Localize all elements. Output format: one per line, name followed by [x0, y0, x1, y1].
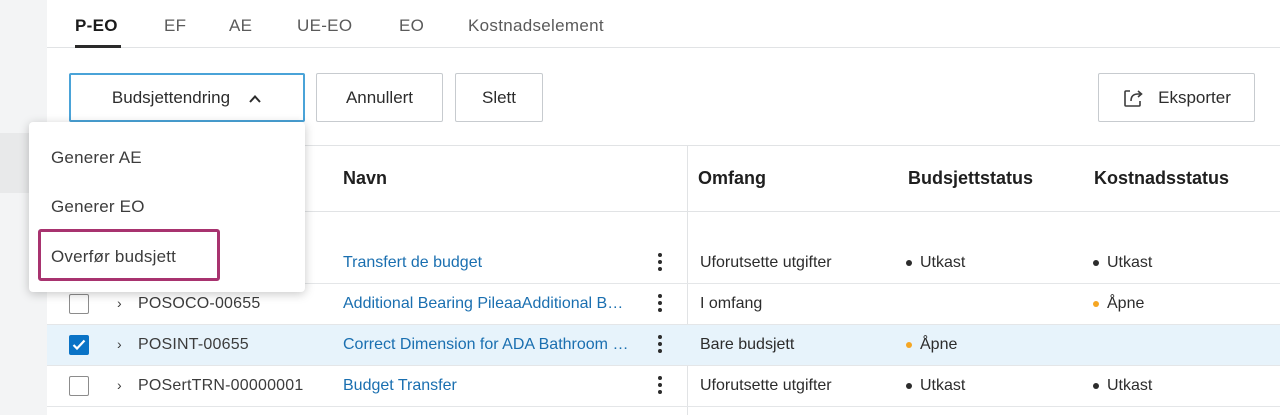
export-button[interactable]: Eksporter [1098, 73, 1255, 122]
highlight-annotation [38, 229, 220, 281]
delete-button[interactable]: Slett [455, 73, 543, 122]
row-scope: Uforutsette utgifter [700, 377, 832, 394]
menu-item-generate-eo[interactable]: Generer EO [51, 197, 145, 217]
row-menu-icon[interactable] [652, 374, 668, 398]
column-header-scope[interactable]: Omfang [698, 168, 766, 189]
row-checkbox[interactable] [69, 376, 89, 396]
row-name-link[interactable]: Transfert de budget [343, 254, 631, 272]
tab-ae[interactable]: AE [229, 16, 252, 36]
budget-change-dropdown: Generer AE Generer EO Overfør budsjett [29, 122, 305, 292]
tab-eo[interactable]: EO [399, 16, 424, 36]
row-menu-icon[interactable] [652, 251, 668, 275]
status-dot-icon [1093, 383, 1099, 389]
row-checkbox[interactable] [69, 335, 89, 355]
table-row[interactable]: › POSINT-00655 Correct Dimension for ADA… [47, 325, 1280, 366]
budget-change-button[interactable]: Budsjettendring [69, 73, 305, 122]
row-checkbox[interactable] [69, 294, 89, 314]
row-menu-icon[interactable] [652, 292, 668, 316]
column-header-budget-status[interactable]: Budsjettstatus [908, 168, 1033, 189]
row-scope: I omfang [700, 295, 763, 312]
row-id: POSertTRN-00000001 [138, 377, 304, 394]
cost-status-label: Utkast [1107, 377, 1153, 394]
status-dot-icon [1093, 260, 1099, 266]
row-name-link[interactable]: Correct Dimension for ADA Bathroom Clear… [343, 336, 631, 354]
cancelled-button[interactable]: Annullert [316, 73, 443, 122]
column-header-name[interactable]: Navn [343, 168, 387, 189]
export-label: Eksporter [1158, 87, 1231, 107]
table-row[interactable]: › POSertTRN-00000001 Budget Transfer Ufo… [47, 366, 1280, 407]
menu-item-generate-ae[interactable]: Generer AE [51, 148, 142, 168]
cost-status: Utkast [1093, 377, 1152, 395]
row-id: POSINT-00655 [138, 336, 249, 353]
expand-chevron-icon[interactable]: › [117, 377, 122, 393]
chevron-up-icon [248, 91, 262, 105]
row-menu-icon[interactable] [652, 333, 668, 357]
budget-change-label: Budsjettendring [111, 87, 231, 107]
status-dot-icon [906, 260, 912, 266]
active-tab-indicator [75, 45, 121, 48]
tab-bar: P-EO EF AE UE-EO EO Kostnadselement [47, 0, 1280, 48]
tab-ef[interactable]: EF [164, 16, 186, 36]
status-dot-icon [906, 383, 912, 389]
column-header-cost-status[interactable]: Kostnadsstatus [1094, 168, 1229, 189]
expand-chevron-icon[interactable]: › [117, 295, 122, 311]
tab-p-eo[interactable]: P-EO [75, 16, 118, 36]
row-scope: Uforutsette utgifter [700, 254, 832, 271]
tab-ue-eo[interactable]: UE-EO [297, 16, 352, 36]
cost-status-label: Utkast [1107, 254, 1153, 271]
tab-kostnadselement[interactable]: Kostnadselement [468, 16, 604, 36]
budget-status: Utkast [906, 254, 965, 272]
cost-status-label: Åpne [1107, 295, 1145, 312]
cost-status: Åpne [1093, 295, 1144, 313]
budget-status: Utkast [906, 377, 965, 395]
budget-status-label: Utkast [920, 254, 966, 271]
budget-status-label: Åpne [920, 336, 958, 353]
status-dot-icon [906, 342, 912, 348]
row-scope: Bare budsjett [700, 336, 795, 353]
budget-status: Åpne [906, 336, 957, 354]
expand-chevron-icon[interactable]: › [117, 336, 122, 352]
budget-status-label: Utkast [920, 377, 966, 394]
row-name-link[interactable]: Budget Transfer [343, 377, 631, 395]
checkmark-icon [72, 339, 86, 351]
row-id: POSOCO-00655 [138, 295, 261, 312]
status-dot-icon [1093, 301, 1099, 307]
row-name-link[interactable]: Additional Bearing PileaaAdditional Bear… [343, 295, 631, 313]
export-icon [1124, 89, 1143, 107]
cost-status: Utkast [1093, 254, 1152, 272]
